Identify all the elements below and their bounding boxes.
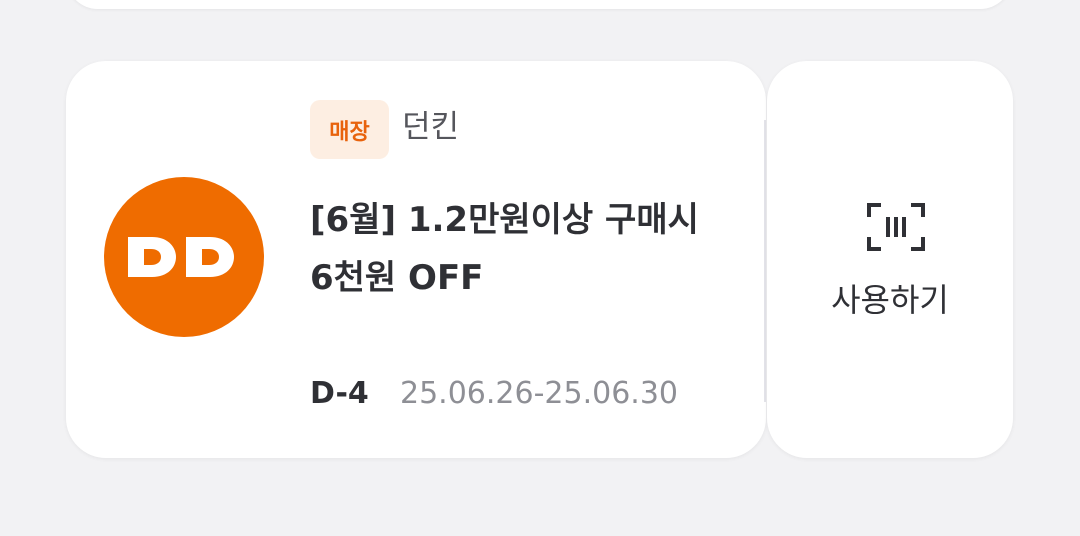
dunkin-logo-icon	[104, 177, 264, 337]
use-coupon-button[interactable]: 사용하기	[767, 61, 1013, 458]
previous-coupon-card	[66, 0, 1012, 9]
store-type-badge: 매장	[310, 100, 389, 159]
barcode-scan-icon	[867, 203, 925, 251]
d-day-label: D-4	[310, 376, 369, 411]
coupon-title: [6월] 1.2만원이상 구매시 6천원 OFF	[310, 200, 699, 298]
validity-period: 25.06.26-25.06.30	[400, 376, 679, 411]
coupon-divider	[764, 120, 766, 402]
use-button-label: 사용하기	[831, 281, 949, 319]
coupon-card[interactable]: 매장 던킨 [6월] 1.2만원이상 구매시 6천원 OFF D-4 25.06…	[66, 61, 766, 458]
brand-name: 던킨	[402, 109, 460, 145]
